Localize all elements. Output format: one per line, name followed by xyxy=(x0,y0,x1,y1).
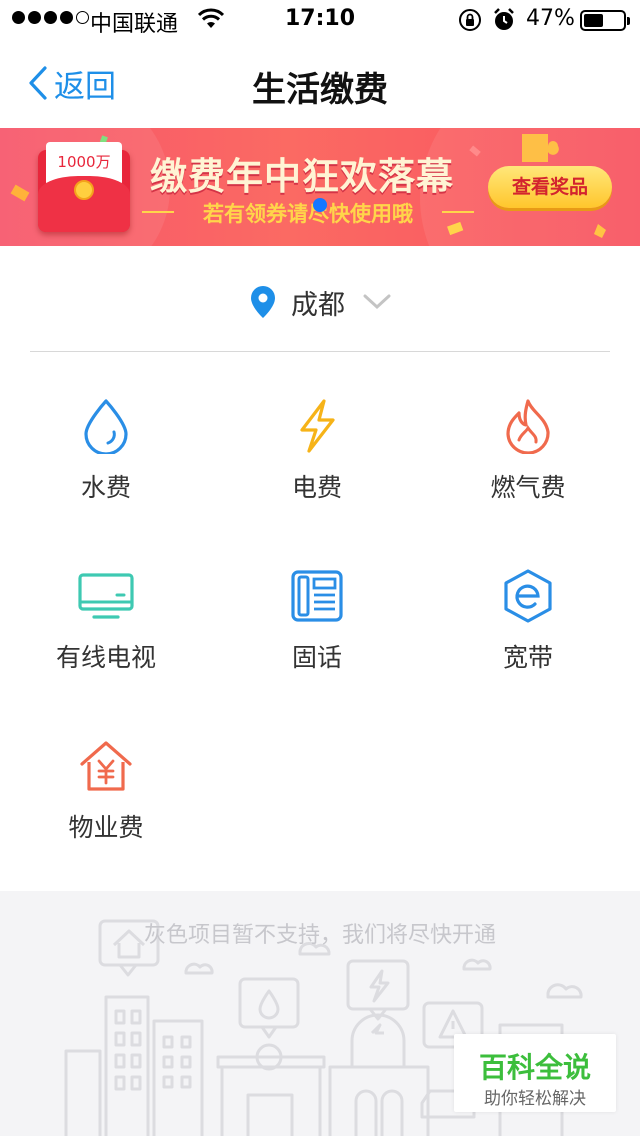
alarm-icon xyxy=(493,8,515,38)
service-label: 电费 xyxy=(291,473,342,502)
banner-subline: 若有领券请尽快使用哦 xyxy=(142,198,474,228)
property-house-icon xyxy=(76,736,136,796)
service-label: 有线电视 xyxy=(55,643,156,672)
watermark-logo: 百科全说 助你轻松解决 xyxy=(454,1034,616,1112)
service-property[interactable]: 物业费 xyxy=(0,736,212,886)
city-selector[interactable]: 成都 xyxy=(0,270,640,334)
service-landline[interactable]: 固话 xyxy=(211,566,423,716)
battery-icon xyxy=(580,10,630,31)
watermark-subtitle: 助你轻松解决 xyxy=(484,1089,586,1109)
chevron-down-icon xyxy=(363,294,391,310)
view-prizes-button[interactable]: 查看奖品 xyxy=(488,166,612,208)
service-gas[interactable]: 燃气费 xyxy=(422,396,634,546)
service-label: 水费 xyxy=(80,473,131,502)
city-name: 成都 xyxy=(291,289,345,321)
service-label: 固话 xyxy=(291,643,342,672)
page-indicator-dot xyxy=(313,198,327,212)
service-label: 宽带 xyxy=(502,643,553,672)
banner-headline: 缴费年中狂欢落幕 xyxy=(150,155,454,198)
rotation-lock-icon xyxy=(458,8,482,38)
service-water[interactable]: 水费 xyxy=(0,396,212,546)
service-cable-tv[interactable]: 有线电视 xyxy=(0,566,212,716)
broadband-icon xyxy=(498,566,558,626)
status-bar: 中国联通 17:10 47% xyxy=(0,0,640,40)
divider xyxy=(30,351,610,352)
flame-icon xyxy=(498,396,558,456)
lightning-icon xyxy=(287,396,347,456)
water-drop-icon xyxy=(76,396,136,456)
promo-banner[interactable]: 1000万 缴费年中狂欢落幕 若有领券请尽快使用哦 查看奖品 xyxy=(0,128,640,246)
landline-phone-icon xyxy=(287,566,347,626)
tv-icon xyxy=(76,566,136,626)
location-pin-icon xyxy=(251,286,275,318)
red-envelope-icon: 1000万 xyxy=(38,142,130,232)
watermark-title: 百科全说 xyxy=(478,1051,591,1084)
page-title: 生活缴费 xyxy=(252,70,388,110)
service-broadband[interactable]: 宽带 xyxy=(422,566,634,716)
battery-percent: 47% xyxy=(526,6,575,31)
service-electricity[interactable]: 电费 xyxy=(211,396,423,546)
unsupported-notice: 灰色项目暂不支持，我们将尽快开通 xyxy=(143,923,496,948)
service-label: 燃气费 xyxy=(490,473,566,502)
navigation-bar: 返回 生活缴费 xyxy=(0,40,640,128)
service-label: 物业费 xyxy=(68,813,144,842)
